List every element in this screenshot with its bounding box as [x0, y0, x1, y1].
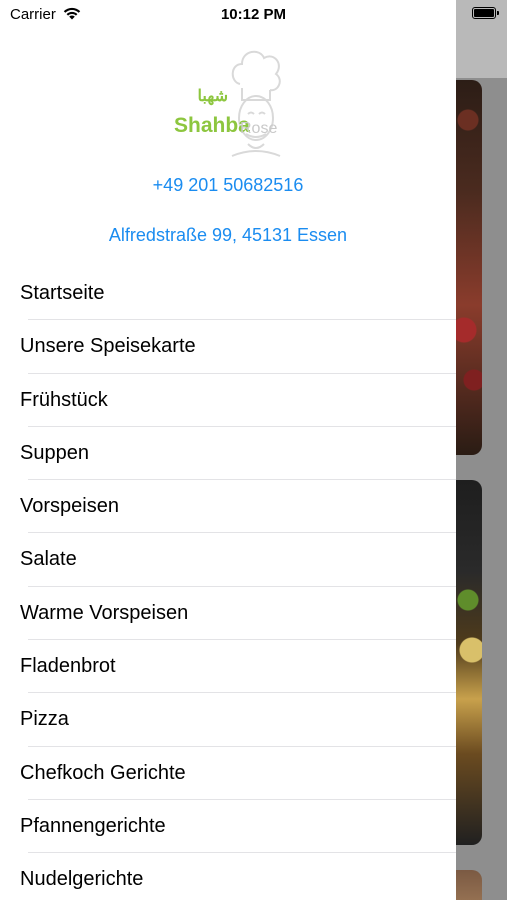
- menu-item-label: Nudelgerichte: [20, 868, 144, 891]
- background-food-card: [456, 80, 482, 455]
- background-header: [456, 0, 507, 78]
- background-content[interactable]: [456, 0, 507, 900]
- menu-item-label: Startseite: [20, 282, 105, 304]
- background-food-card: [456, 480, 482, 845]
- clock: 10:12 PM: [220, 6, 287, 23]
- menu-item-label: Warme Vorspeisen: [20, 601, 189, 624]
- battery-icon: [472, 7, 499, 19]
- side-menu-drawer: Carrier 10:12 PM شهبا Shahba Rose +49 20…: [0, 0, 456, 900]
- menu-item-nudelgerichte[interactable]: Nudelgerichte: [0, 853, 456, 900]
- menu-item-pfannengerichte[interactable]: Pfannengerichte: [0, 800, 456, 854]
- menu-item-label: Pizza: [20, 708, 69, 731]
- phone-link[interactable]: +49 201 50682516: [0, 175, 456, 196]
- menu-item-fruehstueck[interactable]: Frühstück: [0, 374, 456, 427]
- menu-item-label: Unsere Speisekarte: [20, 335, 196, 358]
- menu-list: Startseite Unsere Speisekarte Frühstück …: [0, 267, 456, 900]
- menu-item-label: Fladenbrot: [20, 655, 116, 678]
- logo-text: Shahba: [174, 114, 250, 137]
- menu-item-startseite[interactable]: Startseite: [0, 267, 456, 321]
- menu-item-label: Suppen: [20, 441, 89, 464]
- logo-subtext: Rose: [240, 120, 278, 137]
- menu-item-suppen[interactable]: Suppen: [0, 427, 456, 481]
- background-food-card: [456, 870, 482, 900]
- menu-item-warme-vorspeisen[interactable]: Warme Vorspeisen: [0, 587, 456, 641]
- address-link[interactable]: Alfredstraße 99, 45131 Essen: [0, 225, 456, 246]
- menu-item-vorspeisen[interactable]: Vorspeisen: [0, 480, 456, 534]
- menu-item-label: Pfannengerichte: [20, 814, 166, 837]
- menu-item-label: Frühstück: [20, 388, 108, 411]
- menu-item-pizza[interactable]: Pizza: [0, 693, 456, 747]
- menu-item-label: Vorspeisen: [20, 495, 119, 518]
- chef-hat-icon: [231, 50, 281, 157]
- menu-item-salate[interactable]: Salate: [0, 533, 456, 587]
- menu-item-label: Salate: [20, 548, 77, 571]
- restaurant-logo: شهبا Shahba Rose: [168, 44, 286, 160]
- menu-item-chefkoch-gerichte[interactable]: Chefkoch Gerichte: [0, 747, 456, 800]
- status-bar: Carrier 10:12 PM: [0, 0, 456, 32]
- menu-item-fladenbrot[interactable]: Fladenbrot: [0, 640, 456, 694]
- logo-arabic-text: شهبا: [197, 88, 228, 105]
- menu-item-label: Chefkoch Gerichte: [20, 761, 186, 784]
- menu-item-speisekarte[interactable]: Unsere Speisekarte: [0, 320, 456, 374]
